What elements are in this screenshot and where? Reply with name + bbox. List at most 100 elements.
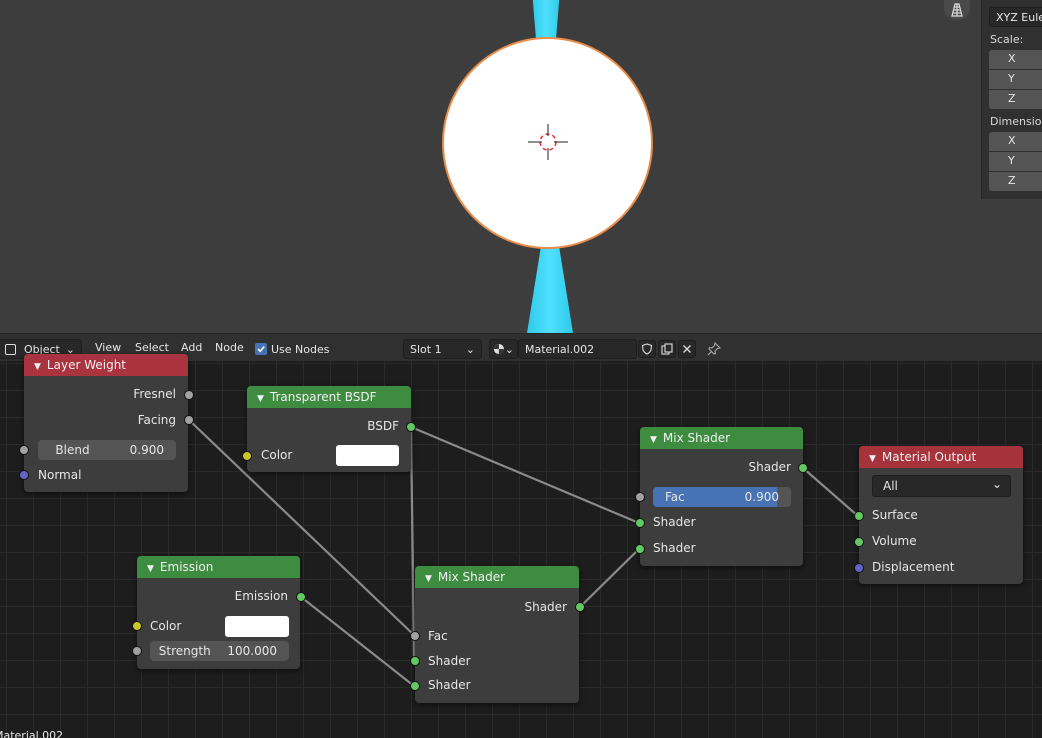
- mix-shader-node-2[interactable]: ▼ Mix Shader Shader Fac 0.900 Shader Shad…: [640, 427, 803, 566]
- socket-emission[interactable]: [296, 592, 306, 602]
- chevron-down-icon: ⌄: [465, 342, 475, 356]
- output-shader-label: Shader: [524, 600, 567, 614]
- socket-shader-in-1[interactable]: [410, 656, 420, 666]
- mix-shader-node-1[interactable]: ▼ Mix Shader Shader Fac Shader Shader: [415, 566, 579, 703]
- socket-shader-in-1[interactable]: [635, 518, 645, 528]
- material-output-node[interactable]: ▼ Material Output All ⌄ Surface Volume Di…: [859, 446, 1023, 584]
- chevron-down-icon: ⌄: [504, 342, 514, 356]
- use-nodes-label: Use Nodes: [271, 342, 330, 356]
- socket-shader-in-2[interactable]: [410, 681, 420, 691]
- pin-icon[interactable]: [705, 340, 723, 358]
- emission-node[interactable]: ▼ Emission Emission Color Strength 100.00…: [137, 556, 300, 669]
- input-shader-label: Shader: [653, 541, 696, 555]
- dimensions-y-field[interactable]: Y: [989, 152, 1042, 171]
- socket-color[interactable]: [242, 451, 252, 461]
- input-shader-label: Shader: [428, 654, 471, 668]
- output-emission-label: Emission: [234, 589, 288, 603]
- grid-view-icon[interactable]: [944, 0, 970, 20]
- socket-shader-out[interactable]: [575, 602, 585, 612]
- socket-normal[interactable]: [19, 470, 29, 480]
- blend-label: Blend: [55, 443, 90, 457]
- socket-facing[interactable]: [184, 415, 194, 425]
- strength-value: 100.000: [227, 644, 277, 658]
- scale-y-field[interactable]: Y: [989, 70, 1042, 89]
- unlink-material-close-icon[interactable]: [678, 340, 696, 358]
- material-name-field[interactable]: Material.002: [518, 339, 637, 359]
- node-title: Emission: [159, 560, 214, 574]
- collapse-triangle-icon[interactable]: ▼: [425, 574, 432, 584]
- menu-add[interactable]: Add: [181, 341, 202, 354]
- node-header[interactable]: ▼ Mix Shader: [415, 566, 579, 588]
- node-header[interactable]: ▼ Mix Shader: [640, 427, 803, 449]
- socket-blend[interactable]: [19, 445, 29, 455]
- fac-slider[interactable]: Fac 0.900: [653, 487, 791, 507]
- material-browse-button[interactable]: ⌄: [489, 339, 518, 359]
- socket-bsdf[interactable]: [406, 422, 416, 432]
- slot-dropdown[interactable]: Slot 1 ⌄: [403, 339, 482, 359]
- socket-surface[interactable]: [854, 511, 864, 521]
- 3d-cursor-icon[interactable]: [528, 124, 568, 160]
- node-title: Mix Shader: [437, 570, 506, 584]
- socket-fac[interactable]: [635, 492, 645, 502]
- socket-fresnel[interactable]: [184, 390, 194, 400]
- collapse-triangle-icon[interactable]: ▼: [147, 564, 154, 574]
- material-name-text: Material.002: [525, 342, 595, 356]
- 3d-viewport[interactable]: XYZ Euler Scale: X Y Z Dimensions X Y Z: [0, 0, 1042, 333]
- menu-view[interactable]: View: [95, 341, 121, 354]
- output-fresnel-label: Fresnel: [133, 387, 176, 401]
- fac-label: Fac: [665, 490, 685, 504]
- use-nodes-checkbox[interactable]: Use Nodes: [255, 339, 330, 359]
- dimensions-z-field[interactable]: Z: [989, 172, 1042, 191]
- input-displacement-label: Displacement: [872, 560, 955, 574]
- checkmark-icon: [255, 343, 267, 355]
- node-header[interactable]: ▼ Material Output: [859, 446, 1023, 468]
- collapse-triangle-icon[interactable]: ▼: [869, 454, 876, 464]
- scale-x-field[interactable]: X: [989, 50, 1042, 69]
- layer-weight-node[interactable]: ▼ Layer Weight Fresnel Facing Blend 0.900…: [24, 354, 188, 492]
- strength-label: Strength: [158, 644, 211, 658]
- socket-shader-out[interactable]: [798, 463, 808, 473]
- node-title: Mix Shader: [662, 431, 731, 445]
- socket-color[interactable]: [132, 621, 142, 631]
- scale-z-field[interactable]: Z: [989, 90, 1042, 109]
- node-header[interactable]: ▼ Layer Weight: [24, 354, 188, 376]
- strength-field[interactable]: Strength 100.000: [150, 641, 289, 661]
- socket-volume[interactable]: [854, 537, 864, 547]
- fake-user-shield-icon[interactable]: [638, 340, 656, 358]
- node-title: Layer Weight: [46, 358, 126, 372]
- node-title: Transparent BSDF: [269, 390, 377, 404]
- node-header[interactable]: ▼ Transparent BSDF: [247, 386, 411, 408]
- target-value: All: [883, 479, 898, 493]
- color-swatch[interactable]: [336, 445, 399, 466]
- dimensions-x-field[interactable]: X: [989, 132, 1042, 151]
- rotation-mode-dropdown[interactable]: XYZ Euler: [989, 7, 1042, 27]
- output-bsdf-label: BSDF: [367, 419, 399, 433]
- blend-value: 0.900: [129, 443, 164, 457]
- chevron-down-icon: ⌄: [991, 477, 1002, 491]
- blend-field[interactable]: Blend 0.900: [38, 440, 176, 460]
- color-label: Color: [261, 448, 293, 462]
- input-surface-label: Surface: [872, 508, 918, 522]
- duplicate-material-icon[interactable]: [658, 340, 676, 358]
- node-title: Material Output: [881, 450, 977, 464]
- input-shader-label: Shader: [653, 515, 696, 529]
- socket-strength[interactable]: [132, 646, 142, 656]
- input-shader-label: Shader: [428, 678, 471, 692]
- light-beam-bottom: [527, 246, 573, 333]
- collapse-triangle-icon[interactable]: ▼: [34, 362, 41, 372]
- output-facing-label: Facing: [137, 413, 176, 427]
- menu-node[interactable]: Node: [215, 341, 244, 354]
- socket-displacement[interactable]: [854, 563, 864, 573]
- target-dropdown[interactable]: All ⌄: [872, 475, 1011, 497]
- transparent-bsdf-node[interactable]: ▼ Transparent BSDF BSDF Color: [247, 386, 411, 472]
- collapse-triangle-icon[interactable]: ▼: [257, 394, 264, 404]
- socket-shader-in-2[interactable]: [635, 544, 645, 554]
- transform-sidebar-panel: XYZ Euler Scale: X Y Z Dimensions X Y Z: [981, 0, 1042, 199]
- input-fac-label: Fac: [428, 629, 448, 643]
- node-header[interactable]: ▼ Emission: [137, 556, 300, 578]
- material-sphere-icon: [493, 343, 504, 355]
- collapse-triangle-icon[interactable]: ▼: [650, 435, 657, 445]
- socket-fac[interactable]: [410, 631, 420, 641]
- menu-select[interactable]: Select: [135, 341, 169, 354]
- color-swatch[interactable]: [225, 616, 289, 637]
